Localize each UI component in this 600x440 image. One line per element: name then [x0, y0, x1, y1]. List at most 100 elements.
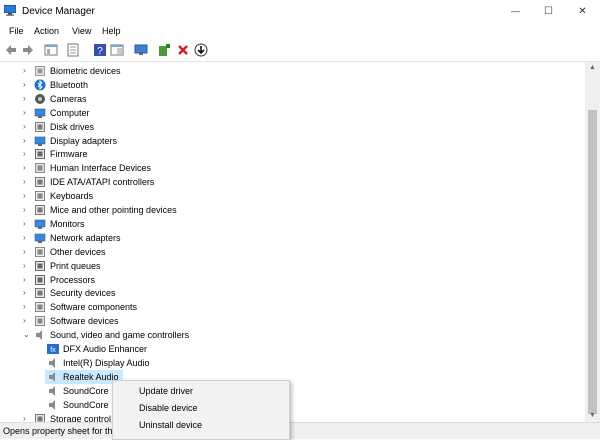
tree-item-processors[interactable]: › Processors	[0, 273, 585, 287]
maximize-button[interactable]: ☐	[532, 0, 565, 22]
tree-item-storage-control[interactable]: › Storage control	[0, 412, 585, 423]
collapse-chevron-icon[interactable]: ⌄	[23, 330, 31, 340]
other-devices-icon	[34, 246, 46, 258]
back-arrow-icon[interactable]	[4, 43, 18, 57]
mouse-icon	[34, 204, 46, 216]
speaker-icon	[34, 329, 46, 341]
tree-item-label: Computer	[50, 107, 90, 118]
expand-chevron-icon[interactable]: ›	[23, 247, 31, 257]
tree-item-keyboards[interactable]: › Keyboards	[0, 189, 585, 203]
disable-device-menu-item[interactable]: Disable device	[139, 403, 198, 413]
tree-item-mice-and-other-pointing-devices[interactable]: › Mice and other pointing devices	[0, 203, 585, 217]
tree-item-print-queues[interactable]: › Print queues	[0, 259, 585, 273]
tree-item-cameras[interactable]: › Cameras	[0, 92, 585, 106]
software-component-icon	[34, 301, 46, 313]
firmware-icon	[34, 148, 46, 160]
expand-chevron-icon[interactable]: ›	[23, 94, 31, 104]
window-title: Device Manager	[22, 6, 95, 17]
help-icon[interactable]: ?	[93, 43, 107, 57]
tree-item-computer[interactable]: › Computer	[0, 106, 585, 120]
security-device-icon	[34, 287, 46, 299]
monitor-scan-icon[interactable]	[134, 43, 148, 57]
menu-file[interactable]: File	[9, 26, 24, 36]
update-driver-icon[interactable]	[194, 43, 208, 57]
expand-chevron-icon[interactable]: ›	[23, 288, 31, 298]
minimize-button[interactable]: —	[499, 0, 532, 22]
expand-chevron-icon[interactable]: ›	[23, 275, 31, 285]
tree-item-label: Storage control	[50, 413, 112, 423]
tree-item-other-devices[interactable]: › Other devices	[0, 245, 585, 259]
scroll-up-icon[interactable]: ▲	[589, 64, 596, 71]
forward-arrow-icon[interactable]	[21, 43, 35, 57]
tree-item-label: SoundCore	[63, 385, 109, 396]
tree-item-display-adapters[interactable]: › Display adapters	[0, 134, 585, 148]
tree-item-label: Network adapters	[50, 232, 121, 243]
scrollbar-thumb[interactable]	[588, 110, 597, 414]
tree-item-biometric-devices[interactable]: › Biometric devices	[0, 64, 585, 78]
tree-item-label: Keyboards	[50, 191, 94, 202]
tree-item-label: Other devices	[50, 246, 106, 257]
tree-item-disk-drives[interactable]: › Disk drives	[0, 120, 585, 134]
expand-chevron-icon[interactable]: ›	[23, 66, 31, 76]
tree-item-software-components[interactable]: › Software components	[0, 300, 585, 314]
tree-item-realtek-audio[interactable]: Realtek Audio	[0, 369, 585, 384]
tree-item-soundcore[interactable]: SoundCore	[0, 384, 585, 398]
tree-item-human-interface-devices[interactable]: › Human Interface Devices	[0, 161, 585, 175]
tree-item-network-adapters[interactable]: › Network adapters	[0, 231, 585, 245]
tree-item-firmware[interactable]: › Firmware	[0, 147, 585, 161]
expand-chevron-icon[interactable]: ›	[23, 261, 31, 271]
hid-icon	[34, 162, 46, 174]
tree-item-bluetooth[interactable]: › Bluetooth	[0, 78, 585, 92]
add-driver-icon[interactable]	[157, 43, 171, 57]
expand-chevron-icon[interactable]: ›	[23, 191, 31, 201]
tree-item-security-devices[interactable]: › Security devices	[0, 286, 585, 300]
tree-item-label: Security devices	[50, 288, 116, 299]
tree-item-intel-r-display-audio[interactable]: Intel(R) Display Audio	[0, 356, 585, 370]
expand-chevron-icon[interactable]: ›	[23, 414, 31, 423]
expand-chevron-icon[interactable]: ›	[23, 302, 31, 312]
show-hide-tree-icon[interactable]	[44, 43, 58, 57]
scroll-down-icon[interactable]: ▼	[589, 412, 596, 419]
tree-item-label: Mice and other pointing devices	[50, 205, 177, 215]
tree-item-monitors[interactable]: › Monitors	[0, 217, 585, 231]
tree-item-dfx-audio-enhancer[interactable]: fx DFX Audio Enhancer	[0, 342, 585, 356]
console-tree-icon[interactable]	[110, 43, 124, 57]
expand-chevron-icon[interactable]: ›	[23, 163, 31, 173]
device-manager-app-icon	[4, 5, 16, 16]
expand-chevron-icon[interactable]: ›	[23, 149, 31, 159]
vertical-scrollbar[interactable]: ▲ ▼	[585, 62, 600, 422]
close-button[interactable]: ✕	[566, 0, 599, 22]
expand-chevron-icon[interactable]: ›	[23, 219, 31, 229]
uninstall-device-menu-item[interactable]: Uninstall device	[139, 420, 202, 430]
tree-item-ide-ata-atapi-controllers[interactable]: › IDE ATA/ATAPI controllers	[0, 175, 585, 189]
uninstall-x-icon[interactable]	[176, 43, 190, 57]
tree-item-label: Disk drives	[50, 121, 95, 132]
tree-item-label: Print queues	[50, 260, 101, 271]
software-device-icon	[34, 315, 46, 327]
tree-item-sound-video-and-game-controllers[interactable]: ⌄ Sound, video and game controllers	[0, 328, 585, 342]
tree-item-label: Biometric devices	[50, 66, 121, 76]
update-driver-menu-item[interactable]: Update driver	[139, 386, 193, 396]
menu-action[interactable]: Action	[34, 26, 59, 36]
expand-chevron-icon[interactable]: ›	[23, 316, 31, 326]
speaker-icon	[47, 399, 59, 411]
svg-text:fx: fx	[50, 347, 56, 354]
properties-icon[interactable]	[66, 43, 80, 57]
tree-item-label: Intel(R) Display Audio	[63, 357, 150, 368]
processor-icon	[34, 274, 46, 286]
expand-chevron-icon[interactable]: ›	[23, 205, 31, 215]
expand-chevron-icon[interactable]: ›	[23, 233, 31, 243]
device-tree: › Biometric devices › Bluetooth › Cameras › Com…	[0, 62, 585, 422]
tree-item-software-devices[interactable]: › Software devices	[0, 314, 585, 328]
expand-chevron-icon[interactable]: ›	[23, 122, 31, 132]
speaker-icon	[47, 385, 59, 397]
expand-chevron-icon[interactable]: ›	[23, 80, 31, 90]
tree-item-soundcore[interactable]: SoundCore	[0, 398, 585, 412]
expand-chevron-icon[interactable]: ›	[23, 136, 31, 146]
menu-help[interactable]: Help	[102, 26, 121, 36]
printer-icon	[34, 260, 46, 272]
expand-chevron-icon[interactable]: ›	[23, 108, 31, 118]
menu-view[interactable]: View	[72, 26, 91, 36]
expand-chevron-icon[interactable]: ›	[23, 177, 31, 187]
tree-item-label: Sound, video and game controllers	[50, 330, 190, 341]
